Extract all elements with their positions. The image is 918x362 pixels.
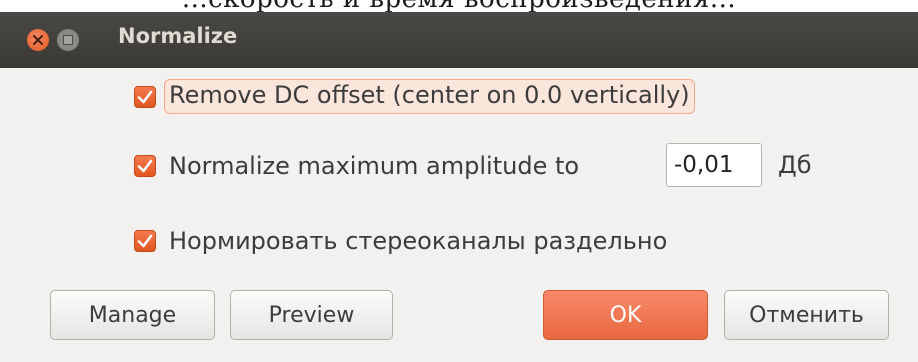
amplitude-value: -0,01 bbox=[674, 152, 734, 178]
normalize-amplitude-label: Normalize maximum amplitude to bbox=[169, 152, 580, 180]
option-remove-dc-offset[interactable]: Remove DC offset (center on 0.0 vertical… bbox=[134, 79, 695, 114]
close-icon bbox=[33, 35, 43, 45]
cancel-button[interactable]: Отменить bbox=[724, 290, 889, 340]
background-text: ...скорость и время воспроизведения... bbox=[0, 0, 918, 12]
maximize-icon bbox=[63, 35, 73, 45]
checkmark-icon bbox=[137, 90, 153, 103]
preview-button[interactable]: Preview bbox=[230, 290, 393, 340]
window-title: Normalize bbox=[118, 24, 238, 48]
maximize-window-button[interactable] bbox=[57, 29, 79, 51]
checkmark-icon bbox=[137, 234, 153, 248]
amplitude-input[interactable]: -0,01 bbox=[666, 143, 762, 187]
close-window-button[interactable] bbox=[27, 29, 49, 51]
remove-dc-offset-checkbox[interactable] bbox=[134, 85, 156, 108]
checkmark-icon bbox=[137, 159, 153, 173]
remove-dc-offset-label: Remove DC offset (center on 0.0 vertical… bbox=[169, 81, 690, 109]
ok-button[interactable]: OK bbox=[543, 290, 708, 340]
stereo-independent-checkbox[interactable] bbox=[134, 230, 156, 252]
manage-button[interactable]: Manage bbox=[50, 290, 215, 340]
option-stereo-independent[interactable]: Нормировать стереоканалы раздельно bbox=[134, 227, 667, 255]
background-window-strip: ...скорость и время воспроизведения... bbox=[0, 0, 918, 12]
normalize-amplitude-checkbox[interactable] bbox=[134, 155, 156, 177]
amplitude-unit: Дб bbox=[778, 151, 812, 179]
focus-ring: Remove DC offset (center on 0.0 vertical… bbox=[164, 79, 695, 114]
stereo-independent-label: Нормировать стереоканалы раздельно bbox=[169, 227, 668, 255]
option-normalize-amplitude[interactable]: Normalize maximum amplitude to bbox=[134, 152, 579, 180]
